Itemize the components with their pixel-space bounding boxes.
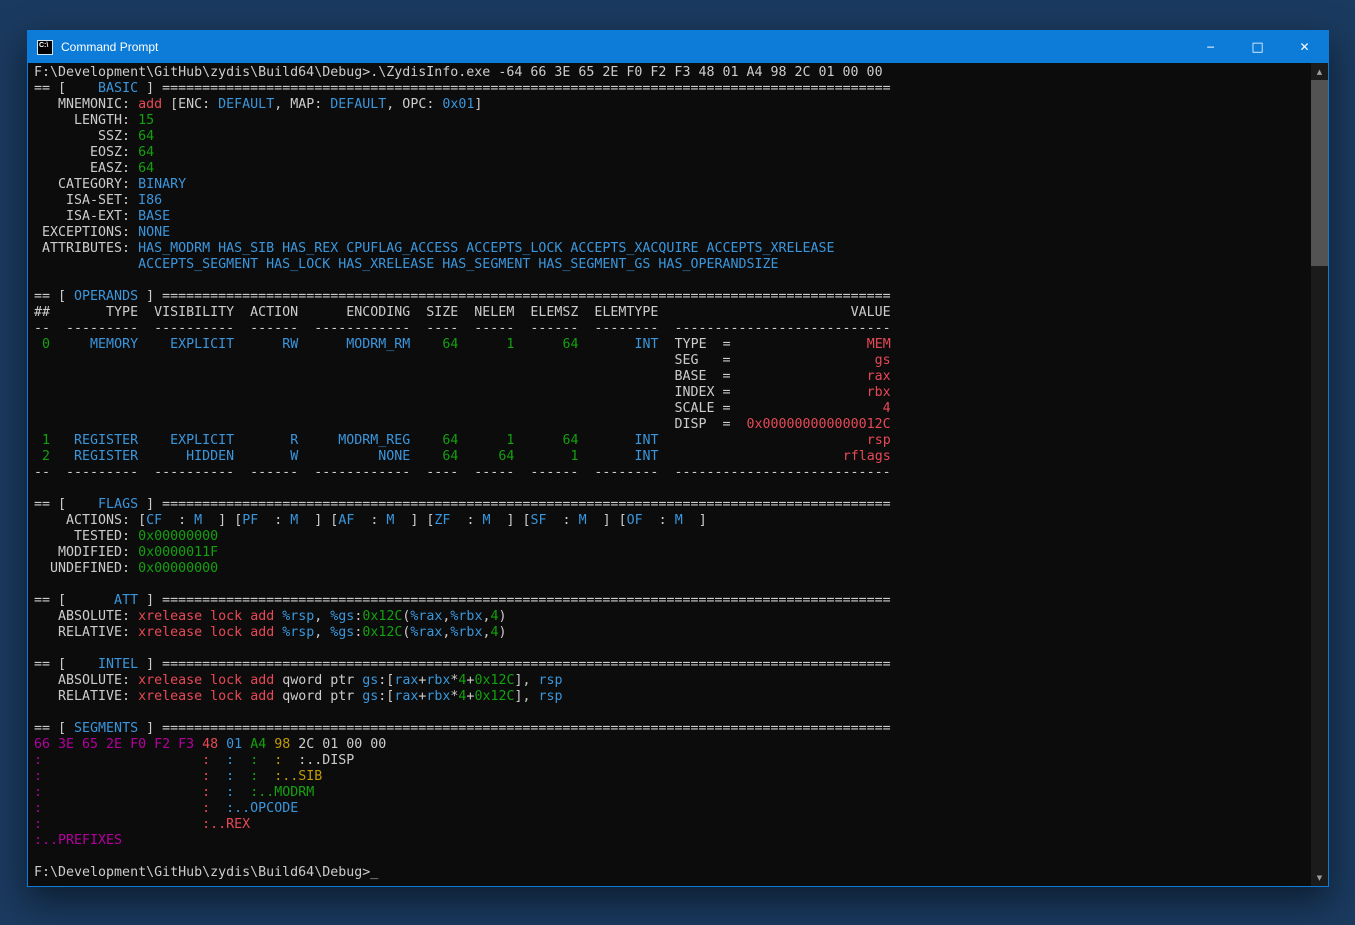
terminal-line: == [ ATT ] =============================… [34,593,1310,609]
terminal-line: MNEMONIC: add [ENC: DEFAULT, MAP: DEFAUL… [34,97,1310,113]
terminal-output: F:\Development\GitHub\zydis\Build64\Debu… [34,65,1310,886]
terminal-line: F:\Development\GitHub\zydis\Build64\Debu… [34,65,1310,81]
terminal-line: -- --------- ---------- ------ ---------… [34,465,1310,481]
terminal-line: MODIFIED: 0x0000011F [34,545,1310,561]
maximize-button[interactable]: □ [1234,31,1281,63]
terminal-line: SCALE = 4 [34,401,1310,417]
terminal-line: : : : : :..SIB [34,769,1310,785]
terminal-line: SSZ: 64 [34,129,1310,145]
window-controls: ─ □ ✕ [1187,31,1328,63]
terminal-line: INDEX = rbx [34,385,1310,401]
minimize-button[interactable]: ─ [1187,31,1234,63]
terminal-line: ACCEPTS_SEGMENT HAS_LOCK HAS_XRELEASE HA… [34,257,1310,273]
terminal-line: :..PREFIXES [34,833,1310,849]
scroll-down-icon[interactable]: ▼ [1311,869,1328,886]
terminal-line: == [ BASIC ] ===========================… [34,81,1310,97]
terminal-line: : : :..OPCODE [34,801,1310,817]
terminal-line: UNDEFINED: 0x00000000 [34,561,1310,577]
terminal-line: RELATIVE: xrelease lock add qword ptr gs… [34,689,1310,705]
terminal-line: 1 REGISTER EXPLICIT R MODRM_REG 64 1 64 … [34,433,1310,449]
terminal-line [34,641,1310,657]
desktop: C:\ Command Prompt ─ □ ✕ F:\Development\… [0,0,1355,925]
terminal-line: ## TYPE VISIBILITY ACTION ENCODING SIZE … [34,305,1310,321]
terminal-line: ATTRIBUTES: HAS_MODRM HAS_SIB HAS_REX CP… [34,241,1310,257]
cmd-icon-label: C:\ [38,41,48,50]
terminal-line: EXCEPTIONS: NONE [34,225,1310,241]
terminal-line: ISA-SET: I86 [34,193,1310,209]
window-title: Command Prompt [61,40,158,54]
terminal-line: SEG = gs [34,353,1310,369]
terminal-line: -- --------- ---------- ------ ---------… [34,321,1310,337]
terminal-line: 2 REGISTER HIDDEN W NONE 64 64 1 INT rfl… [34,449,1310,465]
terminal-line: ACTIONS: [CF : M ] [PF : M ] [AF : M ] [… [34,513,1310,529]
terminal-line: : :..REX [34,817,1310,833]
terminal-line: ABSOLUTE: xrelease lock add %rsp, %gs:0x… [34,609,1310,625]
terminal-line: ISA-EXT: BASE [34,209,1310,225]
scrollbar[interactable]: ▲ ▼ [1311,63,1328,886]
terminal-line: RELATIVE: xrelease lock add %rsp, %gs:0x… [34,625,1310,641]
terminal[interactable]: F:\Development\GitHub\zydis\Build64\Debu… [28,63,1328,886]
scroll-up-icon[interactable]: ▲ [1311,63,1328,80]
terminal-line: EOSZ: 64 [34,145,1310,161]
terminal-line: == [ OPERANDS ] ========================… [34,289,1310,305]
close-button[interactable]: ✕ [1281,31,1328,63]
terminal-line: : : : : : :..DISP [34,753,1310,769]
terminal-line [34,481,1310,497]
terminal-line: BASE = rax [34,369,1310,385]
terminal-line: : : : :..MODRM [34,785,1310,801]
terminal-line: TESTED: 0x00000000 [34,529,1310,545]
title-bar[interactable]: C:\ Command Prompt ─ □ ✕ [28,31,1328,63]
terminal-line: F:\Development\GitHub\zydis\Build64\Debu… [34,865,1310,881]
terminal-line: LENGTH: 15 [34,113,1310,129]
terminal-line: 66 3E 65 2E F0 F2 F3 48 01 A4 98 2C 01 0… [34,737,1310,753]
terminal-line: == [ INTEL ] ===========================… [34,657,1310,673]
terminal-line: EASZ: 64 [34,161,1310,177]
terminal-line: ABSOLUTE: xrelease lock add qword ptr gs… [34,673,1310,689]
terminal-line: CATEGORY: BINARY [34,177,1310,193]
command-prompt-window: C:\ Command Prompt ─ □ ✕ F:\Development\… [27,30,1329,887]
scrollbar-thumb[interactable] [1311,80,1328,266]
terminal-line: == [ SEGMENTS ] ========================… [34,721,1310,737]
terminal-line [34,705,1310,721]
terminal-line: 0 MEMORY EXPLICIT RW MODRM_RM 64 1 64 IN… [34,337,1310,353]
terminal-line [34,849,1310,865]
terminal-line: == [ FLAGS ] ===========================… [34,497,1310,513]
terminal-line [34,273,1310,289]
terminal-line: DISP = 0x000000000000012C [34,417,1310,433]
terminal-line [34,577,1310,593]
cmd-icon[interactable]: C:\ [37,40,53,55]
